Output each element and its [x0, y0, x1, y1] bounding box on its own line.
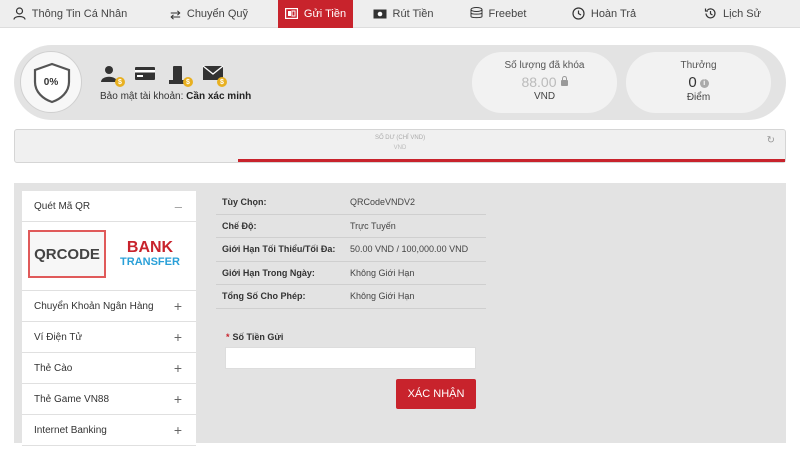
tab-personal-info[interactable]: Thông Tin Cá Nhân: [0, 0, 140, 28]
expand-icon[interactable]: +: [174, 329, 182, 345]
tab-history[interactable]: Lịch Sử: [665, 0, 800, 28]
sidebar-item-label: Thẻ Cào: [34, 362, 73, 374]
bank-logo-bottom: TRANSFER: [120, 256, 180, 268]
table-row: Giới Hạn Trong Ngày: Không Giới Hạn: [216, 262, 486, 285]
table-row: Tổng Số Cho Phép: Không Giới Hạn: [216, 285, 486, 309]
deposit-details-table: Tùy Chọn: QRCodeVNDV2 Chế Độ: Trực Tuyến…: [216, 191, 486, 309]
tab-label: Freebet: [488, 8, 527, 20]
qrcode-option[interactable]: QRCODE: [28, 230, 106, 278]
detail-key: Tổng Số Cho Phép:: [222, 291, 306, 302]
detail-value: QRCodeVNDV2: [350, 197, 416, 208]
deposit-icon: [284, 7, 298, 21]
top-nav: Thông Tin Cá Nhân ⇄ Chuyển Quỹ Gửi Tiền …: [0, 0, 800, 28]
detail-value: Không Giới Hạn: [350, 291, 415, 302]
detail-key: Giới Hạn Trong Ngày:: [222, 267, 315, 278]
coin-icon: $: [183, 77, 193, 87]
sidebar-item-bank-transfer[interactable]: Chuyển Khoản Ngân Hàng +: [22, 291, 196, 322]
email-verify-icon[interactable]: $: [202, 65, 227, 87]
history-icon: [704, 7, 717, 22]
deposit-content: Quét Mã QR – QRCODE BANK TRANSFER Chuyển…: [14, 183, 786, 451]
sidebar-item-label: Internet Banking: [34, 424, 107, 436]
withdraw-icon: [373, 8, 387, 21]
main-balance-bar: SỐ DƯ (CHỈ VND) VND ↻: [14, 129, 786, 163]
tab-label: Thông Tin Cá Nhân: [31, 8, 128, 20]
qr-method-options: QRCODE BANK TRANSFER: [22, 222, 196, 291]
detail-value: Không Giới Hạn: [350, 267, 415, 278]
bonus-unit: Điểm: [686, 92, 711, 103]
table-row: Tùy Chọn: QRCodeVNDV2: [216, 191, 486, 215]
verification-icons: $ $ $: [100, 65, 227, 87]
detail-key: Giới Hạn Tối Thiểu/Tối Đa:: [222, 244, 336, 255]
tab-freebet[interactable]: Freebet: [453, 0, 543, 28]
deposit-amount-input[interactable]: [225, 347, 476, 369]
tab-rebate[interactable]: Hoàn Trả: [543, 0, 665, 28]
info-icon[interactable]: i: [699, 79, 709, 88]
confirm-button[interactable]: XÁC NHẬN: [396, 379, 476, 409]
locked-balance-unit: VND: [533, 91, 556, 102]
bank-logo-top: BANK: [126, 239, 174, 256]
security-status-value: Cần xác minh: [186, 91, 252, 102]
security-label: Bảo mật tài khoản:: [100, 91, 184, 102]
tab-label: Gửi Tiền: [303, 8, 347, 20]
detail-key: Tùy Chọn:: [222, 197, 267, 208]
bonus-card: Thưởng 0i Điểm: [626, 52, 771, 113]
user-icon: [13, 6, 26, 22]
expand-icon[interactable]: +: [174, 298, 182, 314]
tab-deposit[interactable]: Gửi Tiền: [278, 0, 353, 28]
lock-icon: [560, 76, 568, 86]
locked-balance-card: Số lượng đã khóa 88.00 VND: [472, 52, 617, 113]
security-status: Bảo mật tài khoản: Cần xác minh: [100, 91, 251, 102]
expand-icon[interactable]: +: [174, 422, 182, 438]
sidebar-item-internet-banking[interactable]: Internet Banking +: [22, 415, 196, 446]
tab-label: Chuyển Quỹ: [186, 8, 249, 20]
amount-label: * Số Tiền Gửi: [226, 332, 283, 342]
account-summary-panel: 0% $ $ $ Bảo mật tài khoản: Cần xác minh…: [14, 45, 786, 120]
coin-icon: $: [115, 77, 125, 87]
refresh-icon[interactable]: ↻: [767, 135, 775, 146]
required-mark: *: [226, 332, 230, 342]
card-verify-icon[interactable]: [134, 65, 156, 85]
bonus-title: Thưởng: [680, 60, 717, 71]
detail-value: 50.00 VND / 100,000.00 VND: [350, 244, 469, 255]
sidebar-item-label: Quét Mã QR: [34, 200, 91, 212]
balance-unit: VND: [393, 145, 407, 151]
table-row: Giới Hạn Tối Thiểu/Tối Đa: 50.00 VND / 1…: [216, 238, 486, 262]
table-row: Chế Độ: Trực Tuyến: [216, 215, 486, 238]
sidebar-item-label: Thẻ Game VN88: [34, 393, 110, 405]
detail-value: Trực Tuyến: [350, 220, 396, 231]
balance-label: SỐ DƯ (CHỈ VND): [374, 135, 426, 141]
sidebar-item-qr[interactable]: Quét Mã QR –: [22, 191, 196, 222]
tab-label: Rút Tiền: [392, 8, 434, 20]
tab-withdraw[interactable]: Rút Tiền: [353, 0, 453, 28]
sidebar-item-e-wallet[interactable]: Ví Điện Tử +: [22, 322, 196, 353]
amount-label-text: Số Tiền Gửi: [232, 332, 284, 342]
bank-transfer-option[interactable]: BANK TRANSFER: [113, 230, 187, 278]
locked-balance-value: 88.00: [521, 74, 557, 90]
expand-icon[interactable]: +: [174, 391, 182, 407]
sidebar-item-label: Chuyển Khoản Ngân Hàng: [34, 300, 154, 312]
detail-key: Chế Độ:: [222, 220, 257, 231]
sidebar-item-game-card[interactable]: Thẻ Game VN88 +: [22, 384, 196, 415]
transfer-icon: ⇄: [169, 6, 181, 22]
locked-balance-title: Số lượng đã khóa: [504, 60, 585, 71]
tab-fund-transfer[interactable]: ⇄ Chuyển Quỹ: [140, 0, 278, 28]
security-percent: 0%: [43, 76, 59, 88]
coin-icon: $: [217, 77, 227, 87]
phone-verify-icon[interactable]: $: [168, 65, 193, 87]
tab-label: Hoàn Trả: [590, 8, 637, 20]
rebate-icon: [572, 6, 585, 22]
tab-label: Lịch Sử: [723, 8, 761, 20]
expand-icon[interactable]: +: [174, 360, 182, 376]
balance-progress-line: [238, 159, 785, 162]
collapse-icon[interactable]: –: [175, 199, 182, 214]
payment-method-sidebar: Quét Mã QR – QRCODE BANK TRANSFER Chuyển…: [22, 191, 196, 451]
qrcode-logo: QRCODE: [34, 245, 100, 263]
user-verify-icon[interactable]: $: [100, 65, 125, 87]
security-level-badge: 0%: [20, 51, 82, 113]
sidebar-item-label: Ví Điện Tử: [34, 331, 83, 343]
coins-icon: [470, 7, 483, 21]
bonus-value: 0: [688, 74, 697, 91]
sidebar-item-scratch-card[interactable]: Thẻ Cào +: [22, 353, 196, 384]
